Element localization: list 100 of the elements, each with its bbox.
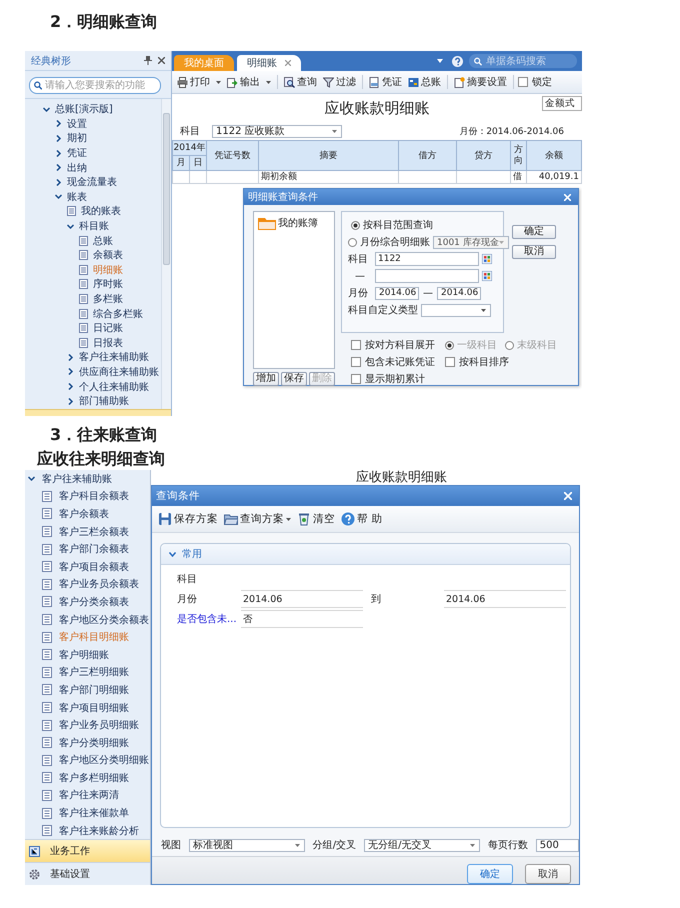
help-icon[interactable] xyxy=(452,56,463,66)
month-from-dropdown[interactable]: 2014.06 xyxy=(375,286,419,300)
help-button[interactable]: 帮 助 xyxy=(341,512,382,526)
tree-item[interactable]: 客户往来催款单 xyxy=(59,806,129,820)
tree-item[interactable]: 客户业务员余额表 xyxy=(59,577,139,592)
clear-button[interactable]: 清空 xyxy=(297,512,335,526)
tree-item[interactable]: 总账 xyxy=(93,234,113,248)
query-scheme-button[interactable]: 查询方案 xyxy=(224,512,291,526)
save-scheme-button[interactable]: 保存方案 xyxy=(158,512,218,526)
lock-checkbox[interactable]: 锁定 xyxy=(518,75,552,89)
caret-icon xyxy=(481,308,486,312)
option-checkbox[interactable]: 按对方科目展开 xyxy=(351,338,435,352)
tree-item[interactable]: 客户往来账龄分析 xyxy=(59,824,139,838)
magnifier-icon xyxy=(284,76,295,88)
field-label: 每页行数 xyxy=(488,839,528,852)
tree-item[interactable]: 多栏账 xyxy=(93,292,123,306)
query-button[interactable]: 查询 xyxy=(282,75,319,89)
list-action-button[interactable]: 增加 xyxy=(253,372,279,386)
rows-per-page-field[interactable]: 500 xyxy=(536,838,579,852)
tree-item[interactable]: 客户余额表 xyxy=(59,506,109,521)
radio-label: 一级科目 xyxy=(457,338,497,352)
reference-icon[interactable] xyxy=(482,271,492,281)
caret-icon[interactable] xyxy=(437,59,443,63)
panel-title: 经典树形 xyxy=(31,54,72,68)
tree-item[interactable]: 科目账 xyxy=(79,219,109,234)
tree-item[interactable]: 客户部门余额表 xyxy=(59,542,129,556)
voucher-button[interactable]: 凭证 xyxy=(367,75,404,89)
ok-button[interactable]: 确定 xyxy=(467,864,513,884)
tree-item[interactable]: 客户三栏余额表 xyxy=(59,524,129,539)
tree-item[interactable]: 客户明细账 xyxy=(59,648,109,662)
section-header[interactable]: 常用 xyxy=(161,544,570,565)
tree-item[interactable]: 总账[演示版] xyxy=(55,102,113,116)
tree-item[interactable]: 综合多栏账 xyxy=(93,306,143,321)
option-checkbox[interactable]: 包含未记账凭证 xyxy=(351,355,435,369)
tree-item[interactable]: 客户往来辅助账 xyxy=(79,350,149,364)
export-button[interactable]: 输出 xyxy=(225,75,273,89)
input-field[interactable]: 2014.06 xyxy=(241,590,363,608)
tree-item[interactable]: 账表 xyxy=(67,190,87,204)
pin-icon[interactable] xyxy=(144,56,152,65)
input-field[interactable]: 否 xyxy=(241,610,363,628)
list-action-button[interactable]: 保存 xyxy=(281,372,307,386)
search-field[interactable]: 单据条码搜索 xyxy=(469,54,577,68)
print-button[interactable]: 打印 xyxy=(175,75,223,89)
subject-dropdown[interactable]: 1122 应收账款 xyxy=(212,124,342,138)
tree-item[interactable]: 客户部门明细账 xyxy=(59,682,129,697)
report-icon xyxy=(42,790,52,801)
close-icon[interactable] xyxy=(285,60,291,66)
cancel-button[interactable]: 取消 xyxy=(512,245,556,259)
tree-item[interactable]: 客户地区分类明细账 xyxy=(59,753,149,768)
tree-item[interactable]: 客户往来两清 xyxy=(59,788,119,802)
tree-item[interactable]: 个人往来辅助账 xyxy=(79,380,149,394)
field-link[interactable]: 是否包含未... xyxy=(177,612,241,626)
tree-item[interactable]: 客户业务员明细账 xyxy=(59,718,139,732)
tree-item[interactable]: 期初 xyxy=(67,131,87,146)
summary-settings-button[interactable]: 摘要设置 xyxy=(452,75,509,89)
tree-item[interactable]: 客户项目明细账 xyxy=(59,700,129,715)
tree-item[interactable]: 我的账表 xyxy=(81,204,121,218)
subject-from-field[interactable]: 1122 xyxy=(375,252,479,266)
tab[interactable]: 明细账 xyxy=(237,55,301,71)
report-icon xyxy=(42,772,52,784)
report-icon xyxy=(79,236,88,246)
close-icon[interactable] xyxy=(158,57,165,64)
month-to-dropdown[interactable]: 2014.06 xyxy=(437,286,481,300)
list-item[interactable]: 我的账簿 xyxy=(278,216,318,230)
tree-item[interactable]: 部门辅助账 xyxy=(79,394,129,408)
module-tab[interactable]: 业务工作 xyxy=(25,839,150,862)
format-dropdown[interactable]: 金额式 xyxy=(542,96,582,111)
search-field[interactable]: 请输入您要搜索的功能 xyxy=(29,77,161,94)
ok-button[interactable]: 确定 xyxy=(512,225,556,239)
ledger-button[interactable]: 总账 xyxy=(406,75,443,89)
reference-icon[interactable] xyxy=(482,254,492,264)
scrollbar[interactable] xyxy=(161,99,171,409)
tree-item[interactable]: 供应商往来辅助账 xyxy=(79,364,159,379)
subject-to-field[interactable] xyxy=(375,269,479,283)
view-dropdown[interactable]: 标准视图 xyxy=(189,838,305,852)
tree-item[interactable]: 客户分类明细账 xyxy=(59,736,129,750)
printer-icon xyxy=(177,76,188,88)
tree-item[interactable]: 现金流量表 xyxy=(67,175,117,190)
tree-item[interactable]: 日记账 xyxy=(93,321,123,336)
option-checkbox[interactable]: 显示期初累计 xyxy=(351,372,435,386)
tree-item[interactable]: 日报表 xyxy=(93,336,123,350)
tree-item[interactable]: 客户三栏明细账 xyxy=(59,665,129,680)
option-checkbox[interactable]: 按科目排序 xyxy=(445,355,557,369)
tree-item[interactable]: 客户往来辅助账 xyxy=(42,472,112,486)
filter-button[interactable]: 过滤 xyxy=(321,75,358,89)
tree-item[interactable]: 客户项目余额表 xyxy=(59,560,129,574)
tree-item[interactable]: 客户地区分类余额表 xyxy=(59,612,149,627)
tree-item[interactable]: 客户分类余额表 xyxy=(59,594,129,609)
radio-button[interactable] xyxy=(351,220,360,230)
tree-item[interactable]: 余额表 xyxy=(93,248,123,262)
radio-button[interactable] xyxy=(348,238,357,246)
tree-item[interactable]: 凭证 xyxy=(67,146,87,160)
input-field[interactable]: 2014.06 xyxy=(444,590,566,608)
grouping-dropdown[interactable]: 无分组/无交叉 xyxy=(364,838,480,852)
cancel-button[interactable]: 取消 xyxy=(525,864,571,884)
tree-item[interactable]: 出纳 xyxy=(67,160,87,175)
tree-item[interactable]: 设置 xyxy=(67,116,87,131)
tree-item[interactable]: 客户科目余额表 xyxy=(59,489,129,504)
tree-item[interactable]: 序时账 xyxy=(93,277,123,292)
tree-item[interactable]: 客户多栏明细账 xyxy=(59,770,129,785)
